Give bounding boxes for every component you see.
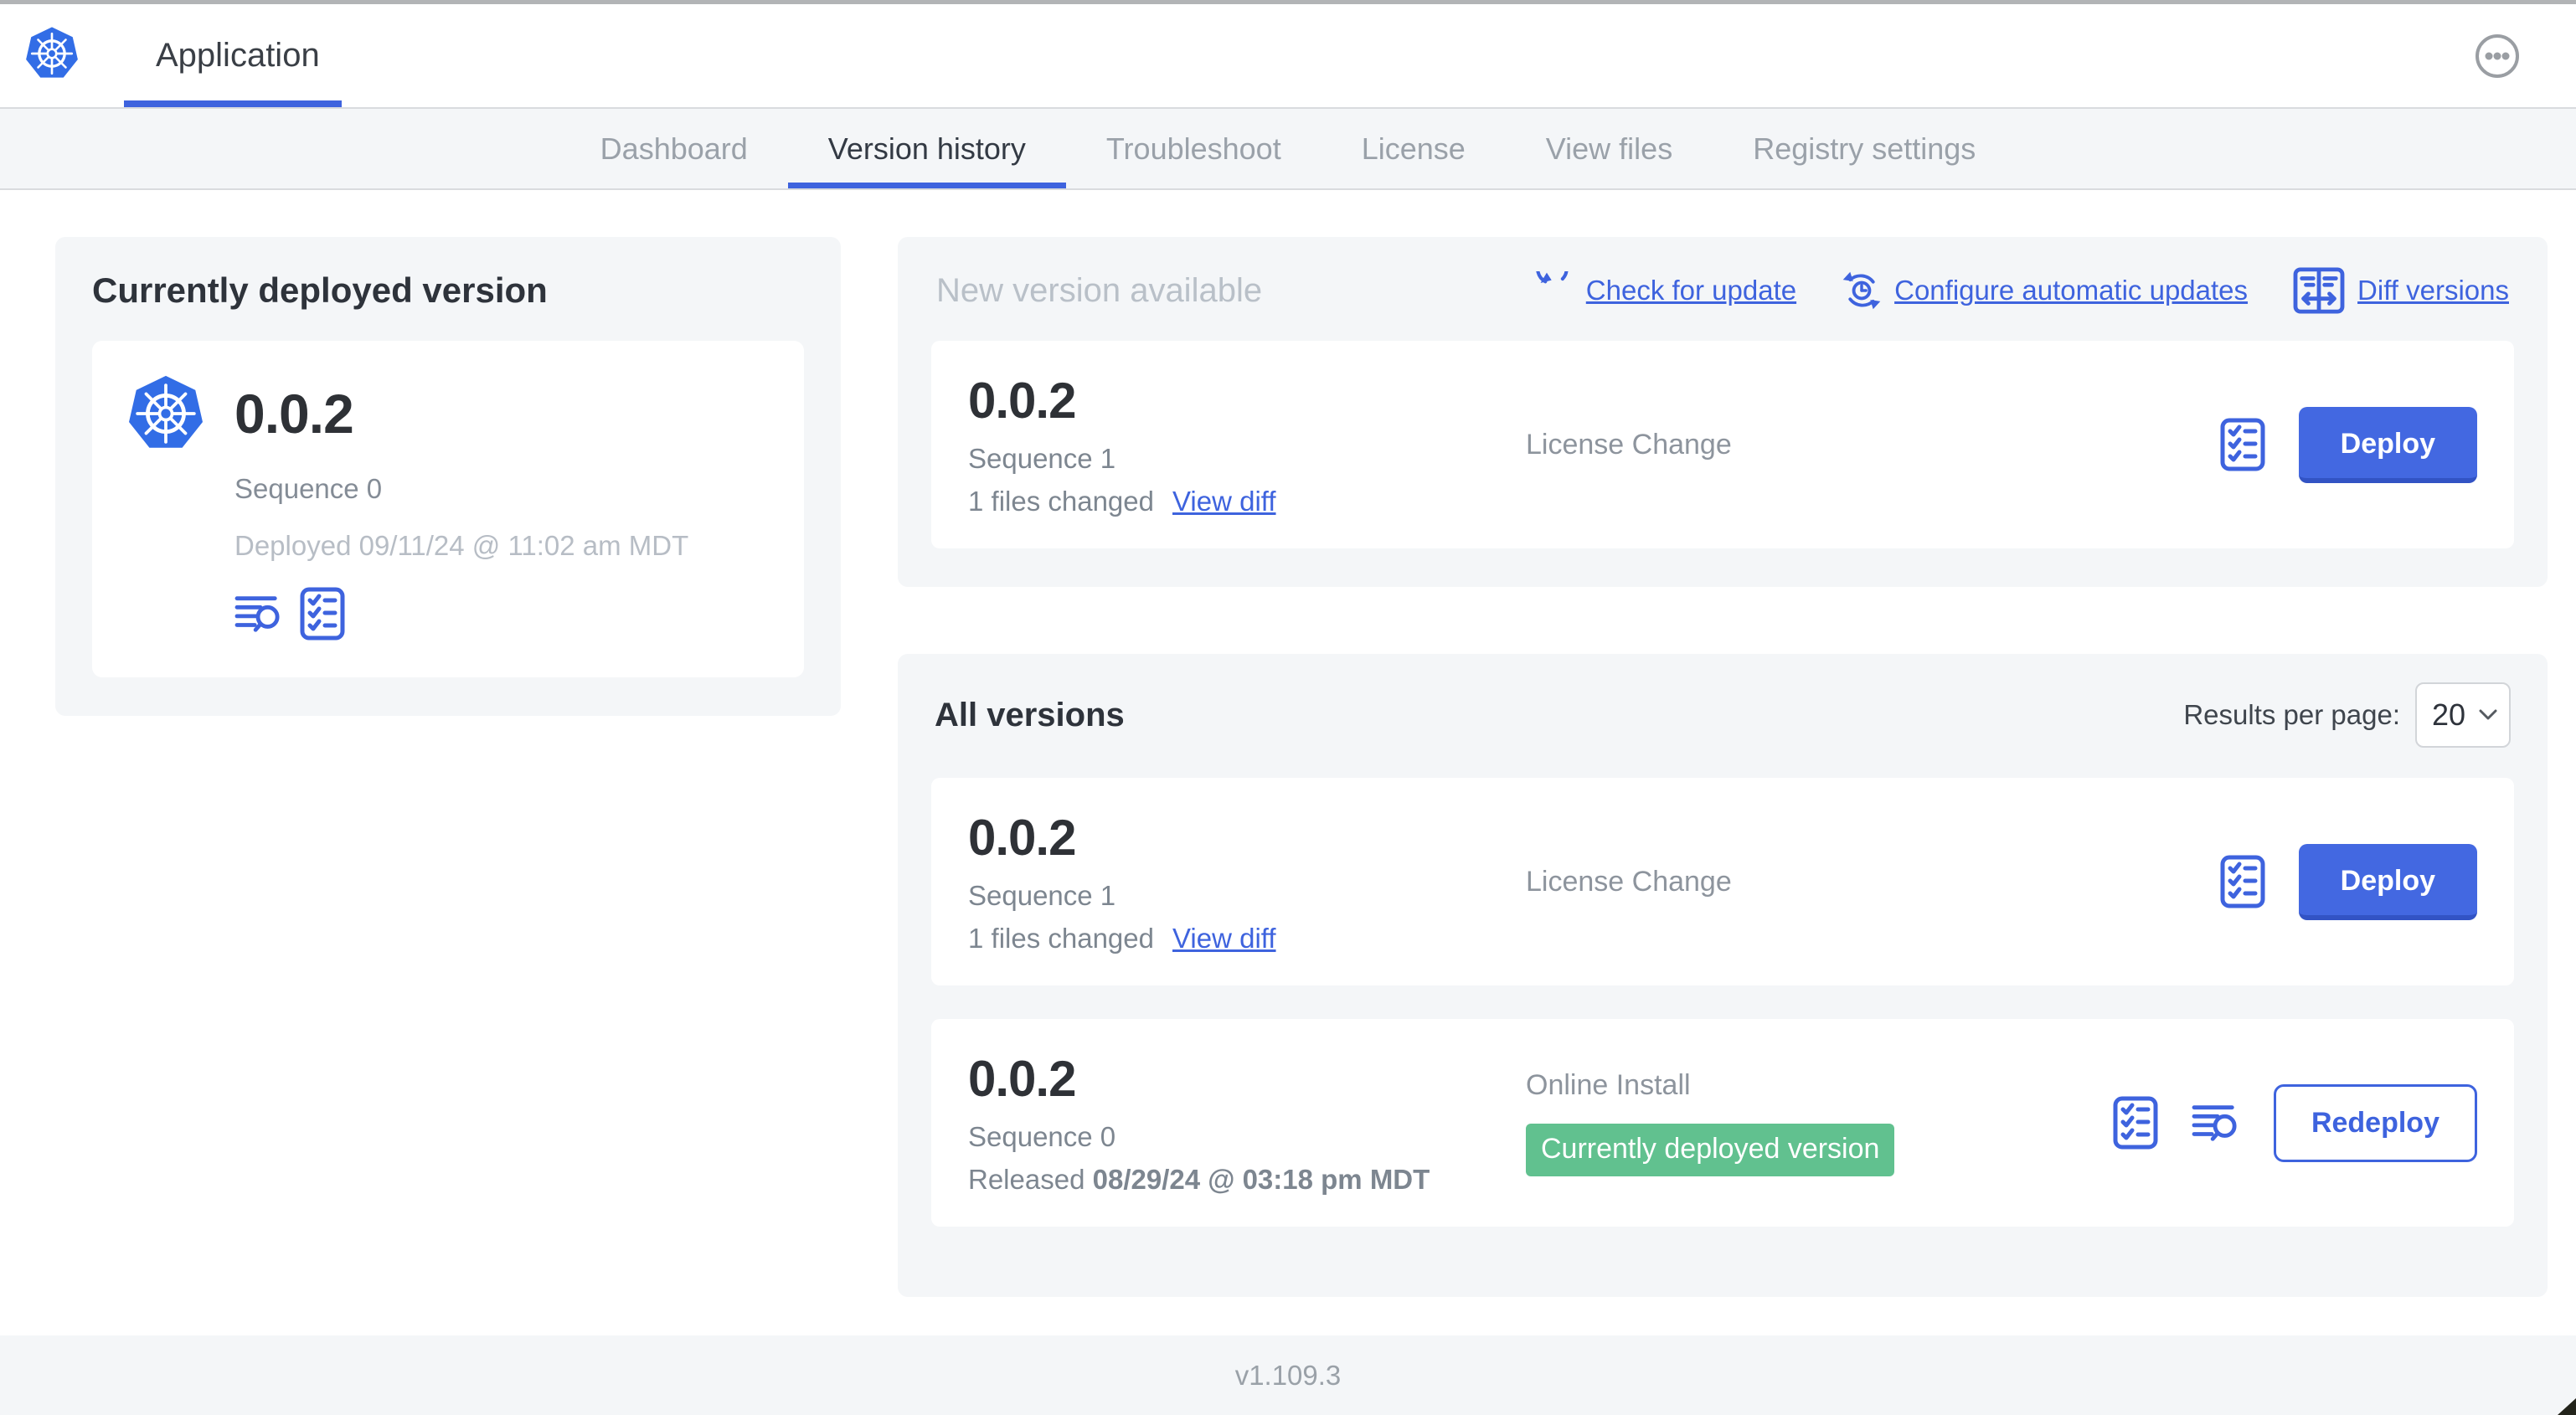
checklist-icon [300, 587, 345, 641]
version-history-row: 0.0.2 Sequence 0 Released 08/29/24 @ 03:… [931, 1019, 2514, 1227]
active-app-tab-underline [124, 100, 342, 107]
auto-update-clock-icon [1842, 271, 1881, 310]
ellipsis-icon [2476, 33, 2519, 78]
more-options-button[interactable] [2474, 33, 2521, 80]
right-column: New version available Check for update C… [898, 237, 2548, 1297]
version-source: Online Install [1526, 1069, 1691, 1101]
tab-troubleshoot[interactable]: Troubleshoot [1066, 109, 1321, 188]
diff-versions-link[interactable]: Diff versions [2293, 267, 2509, 314]
version-sequence: Sequence 0 [968, 1121, 1116, 1152]
version-sequence: Sequence 1 [968, 443, 1116, 474]
redeploy-button[interactable]: Redeploy [2273, 1083, 2477, 1162]
files-changed-text: 1 files changed [968, 486, 1154, 517]
deployed-sequence: Sequence 0 [234, 473, 383, 504]
view-logs-button[interactable] [234, 592, 283, 635]
new-version-panel: New version available Check for update C… [898, 237, 2548, 587]
checklist-icon [2220, 855, 2265, 908]
app-header: Application [0, 4, 2576, 107]
preflight-checks-button[interactable] [2220, 855, 2265, 908]
version-history-row: 0.0.2 Sequence 1 1 files changed View di… [931, 778, 2514, 985]
main-content: Currently deployed version 0.0.2 Sequenc… [0, 190, 2576, 1297]
checklist-icon [2113, 1096, 2158, 1150]
preflight-checks-button[interactable] [300, 587, 345, 641]
results-per-page-select[interactable]: 20 [2415, 682, 2511, 748]
tab-dashboard[interactable]: Dashboard [560, 109, 788, 188]
tab-license[interactable]: License [1321, 109, 1506, 188]
view-diff-link[interactable]: View diff [1172, 923, 1276, 954]
currently-deployed-badge: Currently deployed version [1526, 1124, 1895, 1176]
deploy-button[interactable]: Deploy [2298, 843, 2477, 920]
refresh-icon [1536, 271, 1569, 284]
currently-deployed-title: Currently deployed version [92, 270, 548, 310]
view-logs-icon [234, 596, 280, 632]
chevron-down-icon [2479, 709, 2497, 720]
console-version: v1.109.3 [1234, 1359, 1342, 1391]
cursor-artifact [2558, 1398, 2576, 1415]
deployed-timestamp: Deployed 09/11/24 @ 11:02 am MDT [234, 530, 689, 561]
results-per-page-label: Results per page: [2183, 699, 2400, 730]
new-version-card: 0.0.2 Sequence 1 1 files changed View di… [931, 341, 2514, 548]
app-footer: v1.109.3 [0, 1335, 2576, 1415]
view-diff-link[interactable]: View diff [1172, 486, 1276, 517]
app-navbar: Dashboard Version history Troubleshoot L… [0, 107, 2576, 190]
tab-registry-settings[interactable]: Registry settings [1713, 109, 2016, 188]
files-changed-text: 1 files changed [968, 923, 1154, 954]
diff-icon [2293, 267, 2345, 314]
view-logs-icon [2192, 1105, 2237, 1141]
tab-application[interactable]: Application [156, 37, 320, 75]
version-number: 0.0.2 [968, 1051, 1076, 1107]
configure-automatic-updates-link[interactable]: Configure automatic updates [1842, 270, 2248, 311]
deploy-button[interactable]: Deploy [2298, 406, 2477, 483]
checklist-icon [2220, 418, 2265, 471]
deployed-version-number: 0.0.2 [234, 383, 354, 445]
preflight-checks-button[interactable] [2220, 418, 2265, 471]
new-version-title: New version available [936, 271, 1263, 309]
version-number: 0.0.2 [968, 373, 1076, 429]
all-versions-panel: All versions Results per page: 20 0.0.2 [898, 654, 2548, 1297]
check-for-update-link[interactable]: Check for update [1535, 271, 1796, 310]
tab-version-history[interactable]: Version history [787, 109, 1066, 188]
released-timestamp: Released 08/29/24 @ 03:18 pm MDT [968, 1164, 1430, 1195]
preflight-checks-button[interactable] [2113, 1096, 2158, 1150]
currently-deployed-card: 0.0.2 Sequence 0 Deployed 09/11/24 @ 11:… [92, 341, 804, 677]
version-sequence: Sequence 1 [968, 880, 1116, 911]
view-logs-button[interactable] [2192, 1101, 2240, 1145]
kubernetes-logo-icon [129, 375, 203, 448]
version-source: License Change [1526, 865, 1732, 898]
version-number: 0.0.2 [968, 810, 1076, 866]
currently-deployed-panel: Currently deployed version 0.0.2 Sequenc… [55, 237, 841, 716]
version-source: License Change [1526, 428, 1732, 461]
all-versions-title: All versions [935, 696, 1125, 733]
kubernetes-logo-icon [26, 26, 78, 78]
tab-view-files[interactable]: View files [1506, 109, 1713, 188]
